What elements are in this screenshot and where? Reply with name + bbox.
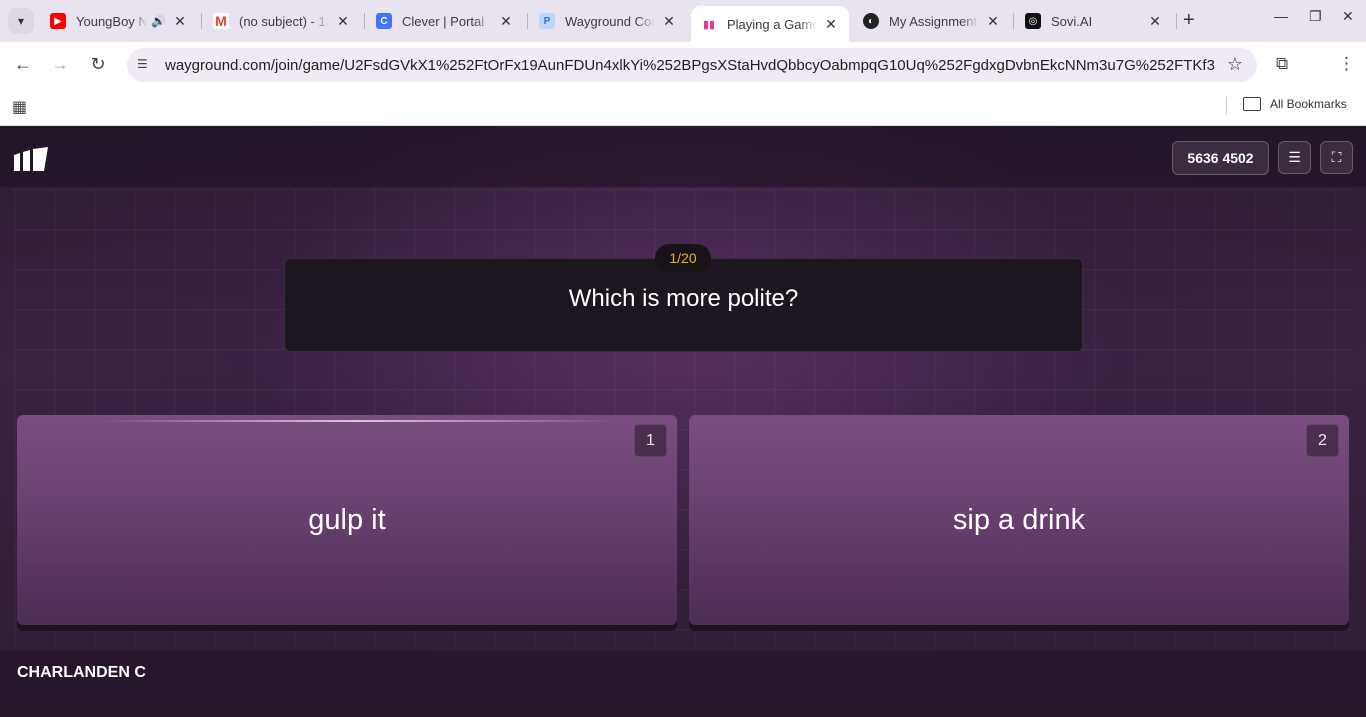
question-text: Which is more polite?: [568, 285, 799, 312]
address-bar[interactable]: ☰ wayground.com/join/game/U2FsdGVkX1%252…: [127, 48, 1257, 82]
bookmark-star-icon[interactable]: ☆: [1227, 54, 1243, 75]
close-tab-icon[interactable]: ✕: [498, 13, 514, 30]
tab-clever[interactable]: C Clever | Portal ✕: [366, 6, 524, 36]
close-tab-icon[interactable]: ✕: [172, 13, 188, 30]
folder-icon: [1243, 97, 1261, 111]
answer-option-2[interactable]: sip a drink 2: [689, 415, 1349, 625]
game-header: 5636 4502 ☰ ⛶: [0, 127, 1366, 187]
menu-kebab-icon[interactable]: ⋮: [1338, 54, 1355, 74]
all-bookmarks-button[interactable]: All Bookmarks: [1243, 97, 1347, 111]
close-tab-icon[interactable]: ✕: [661, 13, 677, 30]
answer-option-1[interactable]: gulp it 1: [17, 415, 677, 625]
answer-text: sip a drink: [952, 503, 1086, 536]
gmail-icon: M: [213, 13, 229, 29]
tab-gmail[interactable]: M (no subject) - 13 ✕: [203, 6, 361, 36]
site-info-icon[interactable]: ☰: [137, 57, 153, 73]
tab-sovi-ai[interactable]: ◎ Sovi.AI ✕: [1015, 6, 1173, 36]
forward-arrow-icon[interactable]: →: [49, 54, 71, 75]
fullscreen-icon[interactable]: ⛶: [1320, 141, 1353, 174]
back-arrow-icon[interactable]: ←: [12, 54, 34, 75]
close-tab-icon[interactable]: ✕: [985, 13, 1001, 30]
wayground-p-icon: P: [539, 13, 555, 29]
sovi-icon: ◎: [1025, 13, 1041, 29]
audio-icon[interactable]: 🔊: [151, 14, 166, 28]
tab-youngboy[interactable]: ▶ YoungBoy N 🔊 ✕: [40, 6, 198, 36]
new-tab-plus-icon[interactable]: +: [1183, 9, 1195, 32]
close-tab-icon[interactable]: ✕: [1147, 13, 1163, 30]
youtube-icon: ▶: [50, 13, 66, 29]
answer-number: 2: [1306, 424, 1339, 457]
answer-number: 1: [634, 424, 667, 457]
clever-icon: C: [376, 13, 392, 29]
browser-toolbar: ← → ↻ ☰ wayground.com/join/game/U2FsdGVk…: [0, 42, 1366, 88]
close-tab-icon[interactable]: ✕: [335, 13, 351, 30]
room-code-badge[interactable]: 5636 4502: [1172, 141, 1269, 175]
question-counter: 1/20: [655, 244, 711, 272]
wayground-logo-icon: [14, 147, 48, 171]
hamburger-menu-icon[interactable]: ☰: [1278, 141, 1311, 174]
tab-wayground-con[interactable]: P Wayground Con ✕: [529, 6, 687, 36]
answer-text: gulp it: [308, 503, 386, 536]
restore-icon[interactable]: ❐: [1309, 8, 1322, 25]
close-tab-icon[interactable]: ✕: [823, 16, 839, 33]
minimize-icon[interactable]: —: [1274, 8, 1288, 24]
tab-my-assignment[interactable]: ◐ My Assignment ✕: [853, 6, 1011, 36]
browser-tab-bar: ▾ ▶ YoungBoy N 🔊 ✕ M (no subject) - 13 ✕…: [0, 0, 1366, 42]
apps-grid-icon[interactable]: ▦: [12, 97, 27, 117]
game-area: 5636 4502 ☰ ⛶ Which is more polite? 1/20…: [0, 127, 1366, 717]
player-name: CHARLANDEN C: [17, 664, 146, 681]
window-close-icon[interactable]: ✕: [1342, 8, 1354, 25]
url-text[interactable]: wayground.com/join/game/U2FsdGVkX1%252Ft…: [165, 57, 1215, 74]
reload-icon[interactable]: ↻: [87, 54, 109, 75]
bookmarks-bar: ▦ All Bookmarks: [0, 88, 1366, 126]
tab-playing-a-game[interactable]: ▮▮ Playing a Game ✕: [691, 6, 849, 42]
question-card: Which is more polite?: [284, 258, 1083, 352]
wayground-logo-icon: ▮▮: [702, 18, 716, 31]
extensions-puzzle-icon[interactable]: ⧉: [1276, 54, 1288, 74]
tab-search-chevron-icon[interactable]: ▾: [8, 8, 34, 34]
assignment-icon: ◐: [863, 13, 879, 29]
